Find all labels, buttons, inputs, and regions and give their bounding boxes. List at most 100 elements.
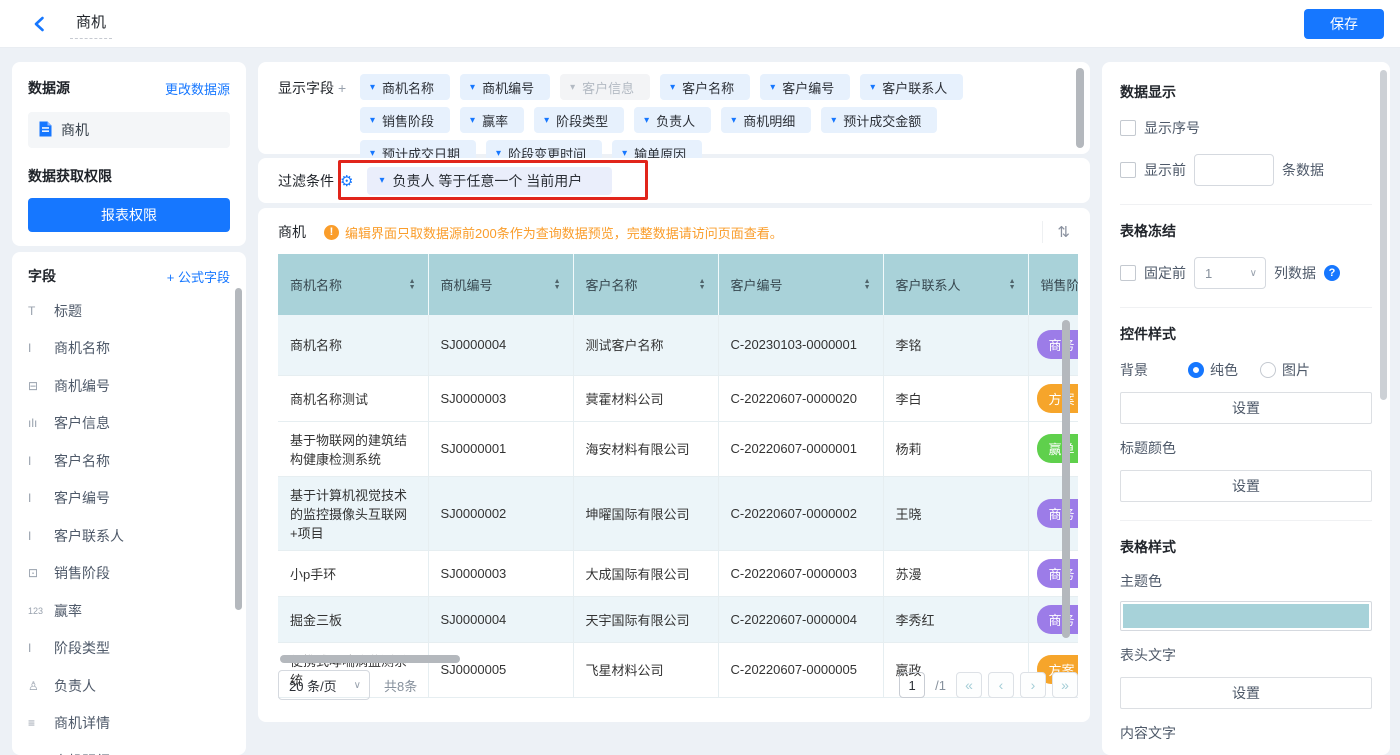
cell-contact: 杨莉: [883, 421, 1028, 476]
field-item[interactable]: I 阶段类型: [28, 630, 230, 668]
field-item[interactable]: ≡ 商机详情: [28, 705, 230, 743]
display-field-chip[interactable]: ▾ 客户编号: [760, 74, 850, 100]
display-field-chip[interactable]: ▾ 商机编号: [460, 74, 550, 100]
theme-color-picker[interactable]: [1120, 601, 1372, 631]
cell-customer-code: C-20220607-0000020: [718, 375, 883, 421]
first-page-button[interactable]: «: [956, 672, 982, 698]
add-formula-field-link[interactable]: + 公式字段: [167, 267, 230, 286]
display-field-chip[interactable]: ▾ 赢率: [460, 107, 524, 133]
show-front-checkbox[interactable]: [1120, 162, 1136, 178]
field-item[interactable]: 123 赢率: [28, 592, 230, 630]
field-item[interactable]: ▸ 商机明细: [28, 742, 230, 755]
title-color-label: 标题颜色: [1120, 438, 1372, 458]
display-field-chip[interactable]: ▾ 阶段类型: [534, 107, 624, 133]
table-vertical-scrollbar[interactable]: [1062, 320, 1070, 638]
field-item[interactable]: T 标题: [28, 292, 230, 330]
solid-color-radio[interactable]: [1188, 362, 1204, 378]
next-page-button[interactable]: ›: [1020, 672, 1046, 698]
display-field-chip[interactable]: ▾ 销售阶段: [360, 107, 450, 133]
gear-icon[interactable]: ⚙: [340, 172, 353, 190]
filter-panel: 过滤条件 ⚙ ▾ 负责人 等于任意一个 当前用户: [258, 158, 1090, 203]
sort-order-icon[interactable]: ⇅: [1042, 221, 1074, 243]
background-set-button[interactable]: 设置: [1120, 392, 1372, 424]
sort-arrows-icon[interactable]: ▲▼: [1009, 279, 1016, 291]
cell-opportunity-name: 商机名称: [278, 315, 428, 375]
back-icon[interactable]: [26, 10, 54, 38]
cell-customer-name: 海安材料有限公司: [573, 421, 718, 476]
cell-contact: 李白: [883, 375, 1028, 421]
field-label: 客户名称: [54, 451, 110, 471]
field-item[interactable]: I 客户联系人: [28, 517, 230, 555]
page-number-input[interactable]: 1: [899, 672, 925, 698]
cell-opportunity-name: 小p手环: [278, 550, 428, 596]
field-item[interactable]: I 客户编号: [28, 480, 230, 518]
column-header[interactable]: 商机编号 ▲▼: [428, 254, 573, 315]
data-table: 商机名称 ▲▼ 商机编号 ▲▼: [278, 254, 1078, 698]
sort-arrows-icon[interactable]: ▲▼: [409, 279, 416, 291]
document-icon: [38, 121, 53, 140]
field-item[interactable]: ılı 客户信息: [28, 405, 230, 443]
help-icon[interactable]: ?: [1324, 265, 1340, 281]
chevron-down-icon: ▾: [544, 115, 549, 126]
sort-arrows-icon[interactable]: ▲▼: [554, 279, 561, 291]
prev-page-button[interactable]: ‹: [988, 672, 1014, 698]
field-item[interactable]: ⊡ 销售阶段: [28, 555, 230, 593]
row-limit-input[interactable]: [1194, 154, 1274, 186]
display-field-chip[interactable]: ▾ 客户联系人: [860, 74, 963, 100]
widget-style-header: 控件样式: [1120, 324, 1372, 344]
freeze-column-select[interactable]: 1 ∨: [1194, 257, 1266, 289]
text-field-icon: I: [28, 491, 54, 505]
column-header[interactable]: 客户联系人 ▲▼: [883, 254, 1028, 315]
sort-arrows-icon[interactable]: ▲▼: [864, 279, 871, 291]
last-page-button[interactable]: »: [1052, 672, 1078, 698]
column-header[interactable]: 客户编号 ▲▼: [718, 254, 883, 315]
datasource-item-label: 商机: [61, 120, 89, 140]
display-field-chip[interactable]: ▾ 预计成交金额: [821, 107, 937, 133]
field-list: T 标题 I 商机名称 ⊟ 商机编号 ılı 客户信息 I 客户名称: [28, 292, 230, 755]
fields-scrollbar[interactable]: [235, 288, 242, 610]
display-field-chip[interactable]: ▾ 客户名称: [660, 74, 750, 100]
text-field-icon: I: [28, 529, 54, 543]
save-button[interactable]: 保存: [1304, 9, 1384, 39]
horizontal-scrollbar[interactable]: [280, 655, 460, 663]
header-text-set-button[interactable]: 设置: [1120, 677, 1372, 709]
sort-arrows-icon[interactable]: ▲▼: [699, 279, 706, 291]
text-field-icon: I: [28, 641, 54, 655]
add-display-field-button[interactable]: +: [338, 80, 346, 96]
title-color-set-button[interactable]: 设置: [1120, 470, 1372, 502]
report-permission-button[interactable]: 报表权限: [28, 198, 230, 232]
cell-customer-name: 天宇国际有限公司: [573, 596, 718, 642]
cell-opportunity-code: SJ0000003: [428, 550, 573, 596]
cell-contact: 王晓: [883, 476, 1028, 550]
filter-condition-chip[interactable]: ▾ 负责人 等于任意一个 当前用户: [367, 167, 612, 195]
column-header[interactable]: 客户名称 ▲▼: [573, 254, 718, 315]
display-field-chip[interactable]: ▾ 负责人: [634, 107, 711, 133]
column-header[interactable]: 销售阶段 ▲▼: [1028, 254, 1078, 315]
total-count: 共8条: [384, 676, 417, 695]
datasource-panel: 数据源 更改数据源 商机 数据获取权限 报表权限: [12, 62, 246, 246]
change-datasource-link[interactable]: 更改数据源: [165, 79, 230, 98]
field-item[interactable]: ⊟ 商机编号: [28, 367, 230, 405]
image-radio[interactable]: [1260, 362, 1276, 378]
freeze-checkbox[interactable]: [1120, 265, 1136, 281]
chevron-down-icon: ∨: [354, 680, 361, 691]
show-serial-checkbox[interactable]: [1120, 120, 1136, 136]
column-header[interactable]: 商机名称 ▲▼: [278, 254, 428, 315]
datasource-item[interactable]: 商机: [28, 112, 230, 148]
table-title: 商机: [278, 222, 306, 242]
field-item[interactable]: I 客户名称: [28, 442, 230, 480]
page-size-select[interactable]: 20 条/页 ∨: [278, 670, 370, 700]
cell-opportunity-code: SJ0000001: [428, 421, 573, 476]
field-label: 商机名称: [54, 338, 110, 358]
display-field-chip[interactable]: ▾ 商机名称: [360, 74, 450, 100]
chevron-down-icon: ▾: [379, 175, 384, 186]
display-field-chip[interactable]: ▾ 商机明细: [721, 107, 811, 133]
settings-scrollbar[interactable]: [1380, 70, 1387, 400]
stage-badge: 商务: [1037, 330, 1079, 359]
field-item[interactable]: ♙ 负责人: [28, 667, 230, 705]
field-item[interactable]: I 商机名称: [28, 330, 230, 368]
column-header-label: 销售阶段: [1041, 275, 1079, 294]
display-field-chip[interactable]: ▾ 客户信息: [560, 74, 650, 100]
display-fields-scrollbar[interactable]: [1076, 68, 1084, 148]
fields-header: 字段: [28, 266, 56, 286]
